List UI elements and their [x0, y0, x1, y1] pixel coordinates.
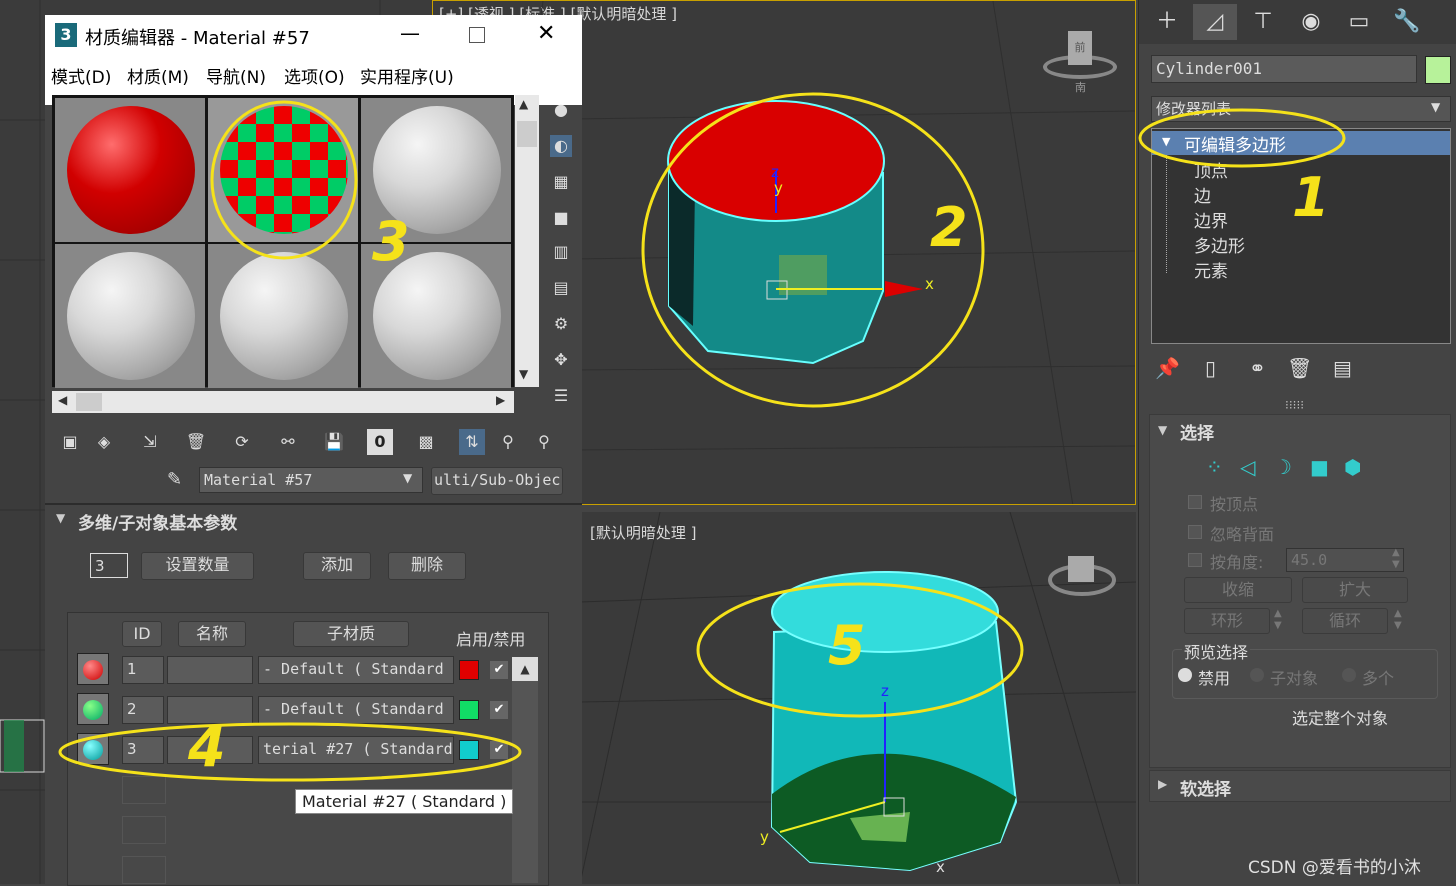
annotation-1: 1 [1292, 166, 1330, 229]
annotation-ellipse [210, 100, 358, 260]
watermark: CSDN @爱看书的小沐 [1248, 858, 1421, 878]
annotation-5: 5 [828, 614, 866, 677]
annotation-ellipse [1138, 108, 1346, 168]
annotation-4: 4 [188, 716, 226, 779]
annotation-3: 3 [372, 210, 410, 273]
annotation-ellipse [58, 722, 522, 782]
annotation-2: 2 [930, 196, 968, 259]
